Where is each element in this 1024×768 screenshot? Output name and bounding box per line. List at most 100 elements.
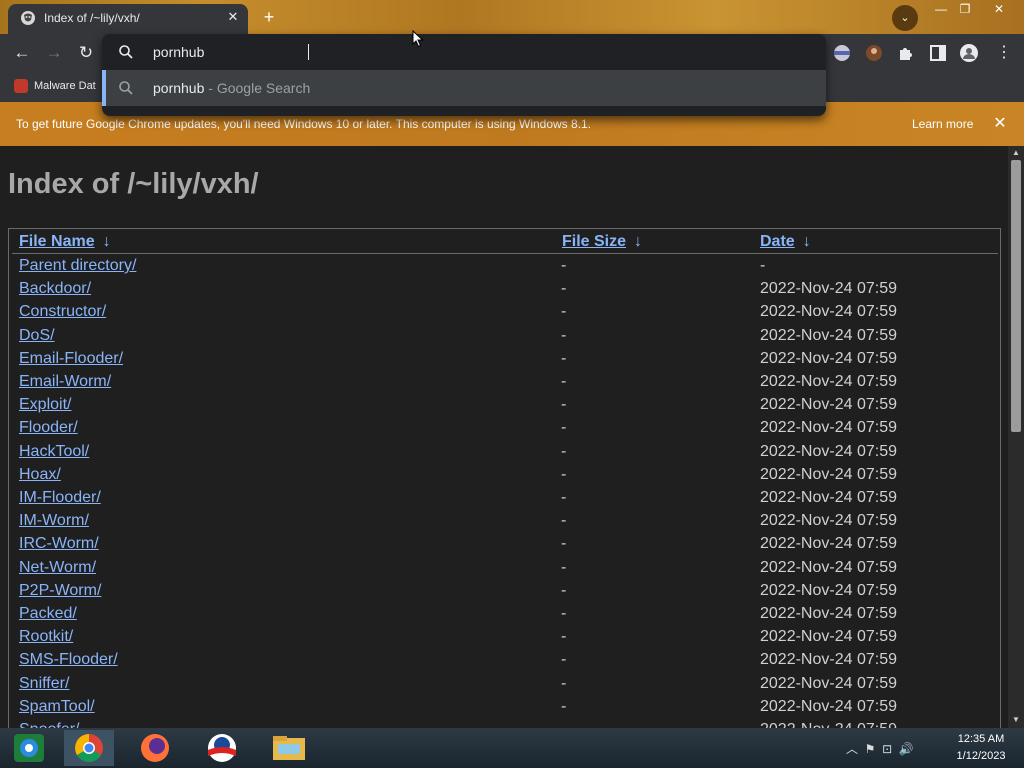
table-row: Rootkit/ - 2022-Nov-24 07:59 (9, 628, 999, 651)
system-tray-icons[interactable]: ︿ ⚑ ⊡ 🔊 (846, 740, 914, 757)
file-date-cell: 2022-Nov-24 07:59 (760, 605, 897, 622)
column-header-size[interactable]: File Size ↓ (562, 233, 642, 251)
file-date-cell: 2022-Nov-24 07:59 (760, 349, 897, 367)
file-link[interactable]: HackTool/ (19, 443, 89, 460)
file-link[interactable]: Exploit/ (19, 396, 71, 413)
browser-tab[interactable]: Index of /~lily/vxh/ ✕ (8, 4, 248, 34)
tab-strip: Index of /~lily/vxh/ ✕ + ⌄ — ❐ ✕ (0, 0, 1024, 34)
file-size-cell: - (561, 373, 567, 390)
omnibox-input-row (102, 34, 826, 70)
file-link[interactable]: Flooder/ (19, 419, 78, 436)
omnibox-suggestion[interactable]: pornhub - Google Search (102, 70, 826, 106)
file-link[interactable]: Email-Worm/ (19, 373, 111, 390)
table-row: Constructor/ - 2022-Nov-24 07:59 (9, 303, 999, 326)
infobar-close-icon[interactable]: ✕ (990, 114, 1010, 134)
file-link[interactable]: SMS-Flooder/ (19, 651, 118, 668)
menu-kebab-icon[interactable]: ⋮ (992, 42, 1016, 64)
directory-listing: File Name ↓ File Size ↓ Date ↓ Parent direc… (8, 228, 1001, 728)
page-scrollbar[interactable]: ▲ ▼ (1008, 146, 1024, 728)
sort-arrow-icon: ↓ (102, 233, 111, 250)
file-size-cell: - (561, 326, 567, 344)
reload-icon[interactable]: ↻ (74, 42, 98, 64)
windows-start-icon[interactable] (4, 730, 54, 766)
file-name-cell: DoS/ (19, 327, 55, 345)
table-row: SpamTool/ - 2022-Nov-24 07:59 (9, 698, 999, 721)
file-date-cell: - (760, 257, 766, 274)
mouse-cursor-icon (412, 30, 424, 48)
learn-more-link[interactable]: Learn more (912, 117, 973, 131)
profile-avatar-icon[interactable] (959, 43, 979, 63)
file-date-cell: 2022-Nov-24 07:59 (760, 651, 897, 669)
scroll-up-arrow-icon[interactable]: ▲ (1012, 148, 1020, 157)
file-link[interactable]: Hoax/ (19, 466, 61, 483)
forward-arrow-icon[interactable]: → (42, 42, 66, 64)
file-name-cell: Constructor/ (19, 303, 106, 321)
file-link[interactable]: DoS/ (19, 327, 55, 344)
bookmark-item[interactable]: Malware Dat (14, 79, 96, 93)
scrollbar-thumb[interactable] (1011, 160, 1021, 432)
column-header-name[interactable]: File Name ↓ (19, 233, 111, 251)
taskbar-clock-date[interactable]: 1/12/2023 (948, 750, 1014, 762)
file-size-cell: - (561, 628, 567, 646)
tab-close-icon[interactable]: ✕ (224, 8, 242, 26)
tab-search-chevron-icon[interactable]: ⌄ (892, 5, 918, 31)
page-title: Index of /~lily/vxh/ (8, 168, 259, 200)
file-link[interactable]: Constructor/ (19, 303, 106, 320)
file-size-cell: - (561, 280, 567, 298)
file-date-cell: 2022-Nov-24 07:59 (760, 535, 897, 553)
scroll-down-arrow-icon[interactable]: ▼ (1012, 715, 1020, 724)
file-name-cell: Email-Worm/ (19, 373, 111, 391)
table-row: Sniffer/ - 2022-Nov-24 07:59 (9, 675, 999, 698)
window-restore-button[interactable]: ❐ (950, 0, 980, 18)
file-size-cell: - (561, 419, 567, 437)
file-link[interactable]: Email-Flooder/ (19, 350, 123, 367)
file-explorer-taskbar-icon[interactable] (264, 730, 314, 766)
file-link[interactable]: Spoofer/ (19, 721, 79, 728)
file-link[interactable]: Backdoor/ (19, 280, 91, 297)
firefox-taskbar-icon[interactable] (130, 730, 180, 766)
file-name-cell: HackTool/ (19, 443, 89, 461)
file-link[interactable]: Net-Worm/ (19, 559, 96, 576)
extensions-puzzle-icon[interactable] (896, 43, 916, 63)
taskbar-clock-time[interactable]: 12:35 AM (948, 733, 1014, 745)
side-panel-icon[interactable] (928, 43, 948, 63)
omnibox-dropdown: pornhub - Google Search (102, 34, 826, 116)
file-link[interactable]: Sniffer/ (19, 675, 69, 692)
file-name-cell: Parent directory/ (19, 257, 136, 275)
text-caret (308, 44, 309, 60)
file-link[interactable]: Parent directory/ (19, 257, 136, 274)
address-bar-input[interactable] (153, 43, 753, 61)
file-name-cell: Email-Flooder/ (19, 350, 123, 368)
file-size-cell: - (561, 535, 567, 553)
file-link[interactable]: Packed/ (19, 605, 77, 622)
table-row: Email-Worm/ - 2022-Nov-24 07:59 (9, 373, 999, 396)
window-close-button[interactable]: ✕ (984, 0, 1014, 18)
table-row: HackTool/ - 2022-Nov-24 07:59 (9, 443, 999, 466)
file-size-cell: - (561, 605, 567, 622)
file-link[interactable]: P2P-Worm/ (19, 582, 101, 599)
new-tab-button[interactable]: + (258, 6, 280, 28)
extension-globe-icon[interactable] (832, 43, 852, 63)
back-arrow-icon[interactable]: ← (10, 42, 34, 64)
file-name-cell: P2P-Worm/ (19, 582, 101, 600)
file-link[interactable]: SpamTool/ (19, 698, 95, 715)
file-date-cell: 2022-Nov-24 07:59 (760, 581, 897, 599)
campaign-app-taskbar-icon[interactable] (197, 730, 247, 766)
chrome-taskbar-icon[interactable] (64, 730, 114, 766)
file-link[interactable]: IM-Worm/ (19, 512, 89, 529)
file-date-cell: 2022-Nov-24 07:59 (760, 721, 897, 728)
file-name-cell: Backdoor/ (19, 280, 91, 298)
table-row: Net-Worm/ - 2022-Nov-24 07:59 (9, 559, 999, 582)
file-name-cell: Spoofer/ (19, 721, 79, 728)
table-row: P2P-Worm/ - 2022-Nov-24 07:59 (9, 582, 999, 605)
file-name-cell: Hoax/ (19, 466, 61, 484)
extension-avatar-icon[interactable] (864, 43, 884, 63)
table-row: Spoofer/ - 2022-Nov-24 07:59 (9, 721, 999, 728)
file-size-cell: - (561, 465, 567, 483)
file-link[interactable]: IRC-Worm/ (19, 535, 99, 552)
file-link[interactable]: Rootkit/ (19, 628, 73, 645)
column-header-date[interactable]: Date ↓ (760, 233, 811, 251)
file-size-cell: - (561, 396, 567, 414)
table-row: Exploit/ - 2022-Nov-24 07:59 (9, 396, 999, 419)
file-link[interactable]: IM-Flooder/ (19, 489, 101, 506)
